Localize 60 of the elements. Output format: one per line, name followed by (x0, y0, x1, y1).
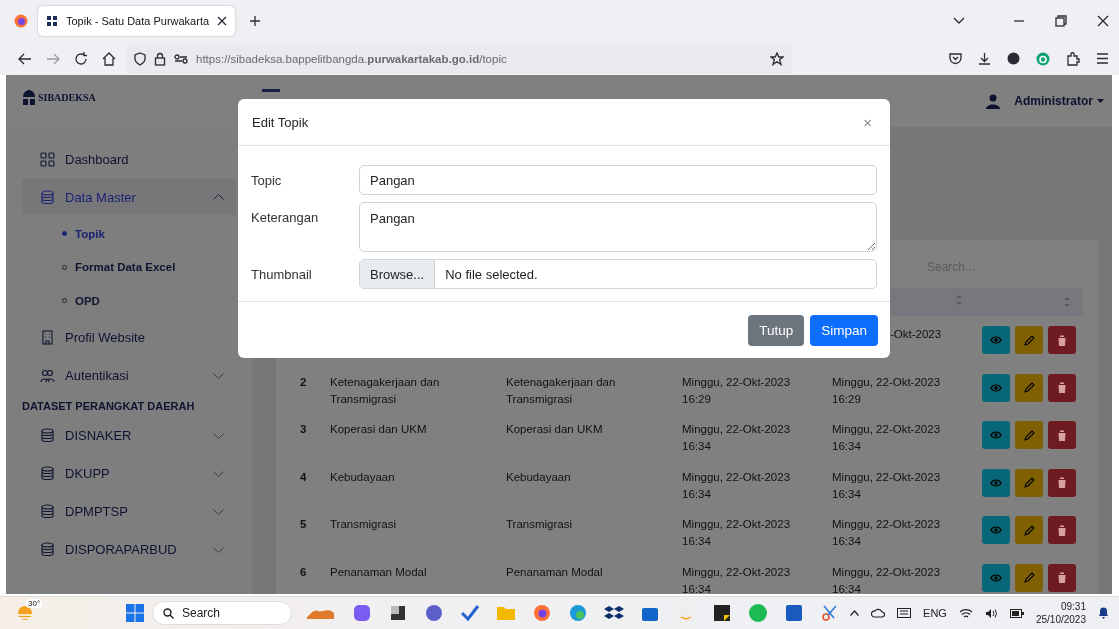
user-menu[interactable]: Administrator (986, 93, 1104, 109)
section-heading: DATASET PERANGKAT DAERAH (21, 398, 196, 414)
table-cell-text: Kebudayaan (330, 469, 396, 485)
table-cell-text: Transmigrasi (330, 517, 398, 532)
temperature: 30° (26, 599, 43, 609)
address-text: https://sibadeksa.bappelitbangda.purwakartakab.go.id/topic (196, 52, 508, 65)
sidebar-item[interactable]: DISNAKER (22, 417, 236, 454)
browse-button[interactable]: Browse... (360, 260, 436, 288)
table-cell-text: Koperasi dan UKM (506, 422, 604, 437)
table-cell-text: 5 (299, 517, 308, 532)
logo-text: SIBADEKSA (38, 91, 96, 103)
taskbar-search[interactable]: Search (152, 601, 292, 626)
table-cell-text: 4 (299, 469, 308, 485)
save-button[interactable]: Simpan (810, 315, 878, 346)
browser-tab[interactable]: Topik - Satu Data Purwakarta (38, 6, 236, 36)
field-label: Thumbnail (251, 266, 313, 282)
table-cell-text: Penanaman Modal (330, 564, 428, 580)
address-bar[interactable]: https://sibadeksa.bappelitbangda.purwakartakab.go.id/topic (126, 44, 792, 73)
table-cell-text: Minggu, 22-Okt-2023 16:34 (682, 564, 792, 595)
table-cell-text: Minggu, 22-Okt-2023 16:34 (682, 517, 792, 549)
table-cell-text: Minggu, 22-Okt-2023 16:34 (832, 469, 942, 502)
sidebar-subitem[interactable]: Topik (6, 217, 236, 251)
table-cell-text: 2 (299, 374, 308, 390)
table-cell-text: Minggu, 22-Okt-2023 16:34 (832, 517, 942, 549)
table-cell-text: -Okt-2023 (890, 327, 942, 342)
field-label: Topic (251, 172, 283, 188)
language-indicator[interactable]: ENG (923, 607, 947, 620)
input-field[interactable]: Pangan (359, 165, 877, 195)
table-cell-text: Koperasi dan UKM (330, 422, 428, 437)
table-cell-text: 3 (299, 422, 308, 437)
file-name: No file selected. (444, 266, 538, 282)
sidebar-subitem[interactable]: Format Data Excel (6, 250, 236, 284)
table-cell-text: Minggu, 22-Okt-2023 16:34 (832, 564, 942, 595)
table-cell-text: Transmigrasi (506, 517, 574, 532)
close-button[interactable]: × (859, 113, 876, 131)
table-cell-text: Minggu, 22-Okt-2023 16:34 (682, 422, 792, 454)
table-cell-text: Ketenagakerjaan dan Transmigrasi (506, 374, 617, 407)
sidebar-subitem[interactable]: OPD (6, 284, 236, 318)
modal-title: Edit Topik (252, 114, 309, 130)
table-cell-text: 6 (299, 564, 308, 580)
tab-title: Topik - Satu Data Purwakarta (66, 15, 210, 27)
sidebar-item[interactable]: Profil Website (22, 319, 236, 356)
sidebar-item[interactable]: Dashboard (22, 141, 236, 177)
text-area[interactable]: Pangan (359, 202, 877, 252)
clock[interactable]: 09:31 25/10/2023 (1035, 600, 1086, 627)
table-cell-text: Ketenagakerjaan dan Transmigrasi (330, 374, 441, 407)
sidebar-item[interactable]: DPMPTSP (22, 493, 236, 530)
table-cell-text: Minggu, 22-Okt-2023 16:29 (832, 374, 942, 407)
table-cell-text: Minggu, 22-Okt-2023 16:34 (682, 469, 792, 502)
field-label: Keterangan (251, 209, 320, 225)
sidebar-item[interactable]: DKUPP (22, 455, 236, 492)
sidebar-item[interactable]: Data Master (22, 179, 236, 215)
table-cell-text: Minggu, 22-Okt-2023 16:34 (832, 422, 942, 454)
table-cell-text: Penanaman Modal (506, 564, 604, 580)
sidebar-item[interactable]: Autentikasi (22, 357, 236, 394)
close-button[interactable]: Tutup (748, 315, 805, 346)
sidebar-item[interactable]: DISPORAPARBUD (22, 531, 236, 568)
table-cell-text: Minggu, 22-Okt-2023 16:29 (682, 374, 792, 407)
table-cell-text: Kebudayaan (506, 469, 572, 485)
file-input[interactable]: Browse... No file selected. (359, 259, 877, 289)
